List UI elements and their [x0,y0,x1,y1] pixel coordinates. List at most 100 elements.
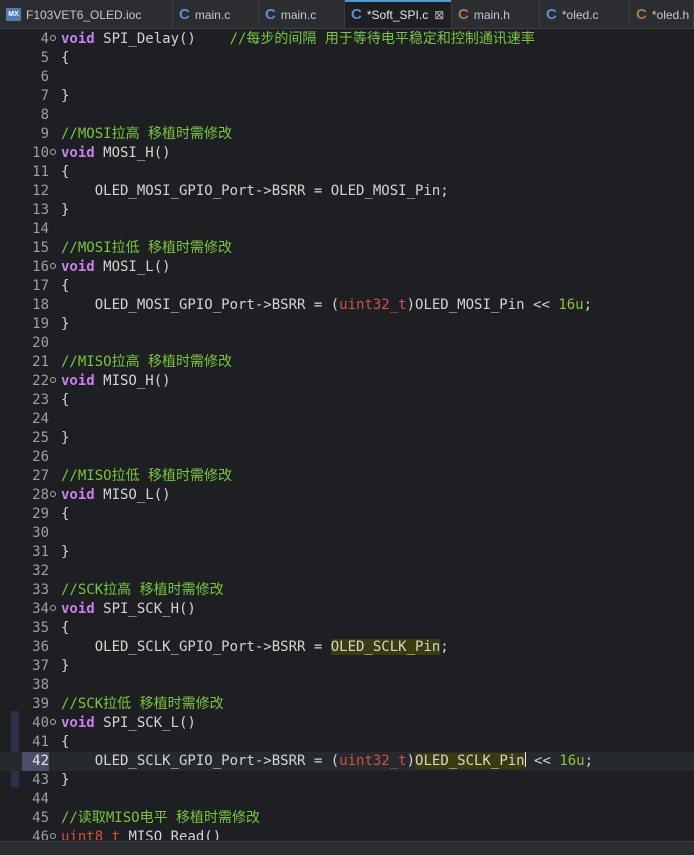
line-number: 36 [32,639,49,655]
code-token: << [525,753,560,769]
code-line[interactable]: 27 //MISO拉低 移植时需修改 [0,467,694,486]
code-line[interactable]: 30 [0,524,694,543]
mx-icon: MX [6,8,21,21]
type-token: uint8_t [61,829,121,840]
code-line[interactable]: 17 { [0,277,694,296]
line-number: 41 [32,734,49,750]
code-text: } [61,543,69,562]
code-line[interactable]: 4 void SPI_Delay() //每步的间隔 用于等待电平稳定和控制通讯速… [0,30,694,49]
code-line[interactable]: 33 //SCK拉高 移植时需修改 [0,581,694,600]
code-token: SPI_Delay() [94,31,230,47]
tab-label: main.c [280,7,317,22]
h-file-icon: C [458,6,469,23]
code-line[interactable]: 45 //读取MISO电平 移植时需修改 [0,809,694,828]
code-text: OLED_MOSI_GPIO_Port->BSRR = OLED_MOSI_Pi… [61,182,449,201]
line-number: 20 [32,335,49,351]
code-line[interactable]: 5{ [0,49,694,68]
fold-toggle-icon[interactable] [50,377,56,383]
tab-f103vet6-oled-ioc[interactable]: MX F103VET6_OLED.ioc [0,0,173,28]
code-line[interactable]: 6 [0,68,694,87]
code-line[interactable]: 34 void SPI_SCK_H() [0,600,694,619]
fold-toggle-icon[interactable] [50,263,56,269]
code-line[interactable]: 35 { [0,619,694,638]
code-line[interactable]: 9 //MOSI拉高 移植时需修改 [0,125,694,144]
number-token: 16u [559,753,585,769]
code-editor[interactable]: 4 void SPI_Delay() //每步的间隔 用于等待电平稳定和控制通讯速… [0,30,694,840]
tab-main-c[interactable]: Cmain.c [259,0,345,28]
line-number: 27 [32,468,49,484]
code-line[interactable]: 46 uint8_t MISO_Read() [0,828,694,840]
code-token: { [61,506,70,522]
code-line[interactable]: 39 //SCK拉低 移植时需修改 [0,695,694,714]
code-line[interactable]: 21 //MISO拉高 移植时需修改 [0,353,694,372]
code-text: } [61,771,69,790]
code-line[interactable]: 18 OLED_MOSI_GPIO_Port->BSRR = (uint32_t… [0,296,694,315]
code-line[interactable]: 16 void MOSI_L() [0,258,694,277]
code-line[interactable]: 12 OLED_MOSI_GPIO_Port->BSRR = OLED_MOSI… [0,182,694,201]
code-text: } [61,87,69,106]
fold-toggle-icon[interactable] [50,605,56,611]
code-line[interactable]: 40 void SPI_SCK_L() [0,714,694,733]
code-text: void SPI_SCK_L() [61,714,196,733]
code-line[interactable]: 28 void MISO_L() [0,486,694,505]
line-number: 44 [32,791,49,807]
code-line[interactable]: 7} [0,87,694,106]
tab-soft-spi-c[interactable]: C *Soft_SPI.c ⊠ [345,0,452,28]
code-token: { [61,50,70,66]
code-line[interactable]: 41 { [0,733,694,752]
line-number: 12 [32,183,49,199]
code-line[interactable]: 36 OLED_SCLK_GPIO_Port->BSRR = OLED_SCLK… [0,638,694,657]
line-number: 33 [32,582,49,598]
tab-main-c[interactable]: Cmain.c [173,0,259,28]
keyword-token: void [61,601,95,617]
comment-token: //MISO拉低 移植时需修改 [61,468,233,484]
code-line[interactable]: 44 [0,790,694,809]
code-line[interactable]: 29 { [0,505,694,524]
code-line[interactable]: 32 [0,562,694,581]
code-text: //读取MISO电平 移植时需修改 [61,809,260,828]
line-number: 26 [32,449,49,465]
line-number: 46 [32,829,49,840]
code-line[interactable]: 38 [0,676,694,695]
code-line[interactable]: 20 [0,334,694,353]
line-number: 39 [32,696,49,712]
fold-toggle-icon[interactable] [50,833,56,839]
code-line[interactable]: 22 void MISO_H() [0,372,694,391]
code-line[interactable]: 26 [0,448,694,467]
code-line[interactable]: 15 //MOSI拉低 移植时需修改 [0,239,694,258]
code-line[interactable]: 19} [0,315,694,334]
code-token: } [61,430,70,446]
code-line[interactable]: 14 [0,220,694,239]
code-text: void MOSI_L() [61,258,171,277]
type-token: uint32_t [339,297,407,313]
line-number: 38 [32,677,49,693]
fold-toggle-icon[interactable] [50,491,56,497]
tab-oled-h[interactable]: C *oled.h [630,0,694,28]
c-file-icon: C [546,6,557,23]
comment-token: //SCK拉高 移植时需修改 [61,582,224,598]
tab-main-h[interactable]: Cmain.h [452,0,540,28]
highlighted-token: OLED_SCLK_Pin [330,639,441,655]
fold-toggle-icon[interactable] [50,719,56,725]
close-tab-icon[interactable]: ⊠ [434,8,444,22]
code-line[interactable]: 43} [0,771,694,790]
code-text: void SPI_SCK_H() [61,600,196,619]
code-line[interactable]: 10 void MOSI_H() [0,144,694,163]
code-line[interactable]: 24 [0,410,694,429]
code-line[interactable]: 8 [0,106,694,125]
line-number: 17 [32,278,49,294]
fold-toggle-icon[interactable] [50,149,56,155]
code-line[interactable]: 13} [0,201,694,220]
fold-toggle-icon[interactable] [50,35,56,41]
code-line[interactable]: 37} [0,657,694,676]
code-token: } [61,544,70,560]
keyword-token: void [61,145,95,161]
line-number: 35 [32,620,49,636]
code-line[interactable]: 23 { [0,391,694,410]
tab-oled-c[interactable]: C *oled.c [540,0,630,28]
code-line[interactable]: 42 OLED_SCLK_GPIO_Port->BSRR = (uint32_t… [0,752,694,771]
code-line[interactable]: 25} [0,429,694,448]
code-line[interactable]: 11 { [0,163,694,182]
code-token: { [61,734,70,750]
code-line[interactable]: 31} [0,543,694,562]
